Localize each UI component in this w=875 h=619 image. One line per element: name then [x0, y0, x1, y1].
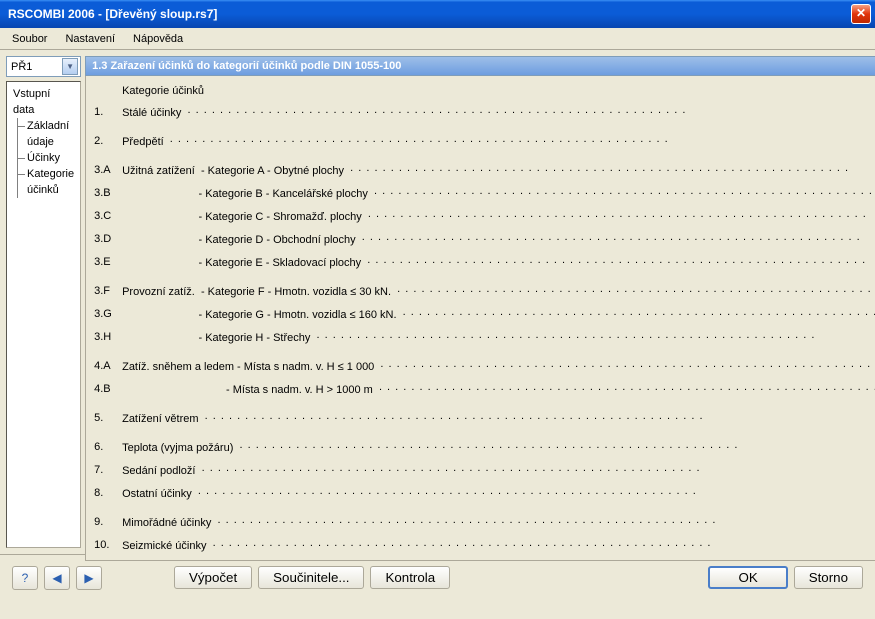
category-row: 8. Ostatní účinky . . . . . . . . . . . .… [94, 481, 875, 504]
row-number: 5. [94, 412, 118, 424]
row-label: - Kategorie G - Hmotn. vozidla ≤ 160 kN.… [122, 306, 875, 321]
row-label: Mimořádné účinky . . . . . . . . . . . .… [122, 514, 875, 529]
row-number: 9. [94, 516, 118, 528]
row-number: 3.A [94, 164, 118, 176]
row-label: Teplota (vyjma požáru) . . . . . . . . .… [122, 439, 875, 454]
row-label: Ostatní účinky . . . . . . . . . . . . .… [122, 485, 875, 500]
tree-item[interactable]: Základní údaje [27, 118, 74, 150]
category-row: 9. Mimořádné účinky . . . . . . . . . . .… [94, 510, 875, 533]
row-number: 2. [94, 135, 118, 147]
category-row: 3.H - Kategorie H - Střechy . . . . . . … [94, 325, 875, 348]
close-icon[interactable]: ✕ [851, 4, 871, 24]
row-number: 3.H [94, 331, 118, 343]
category-row: 3.F Provozní zatíž. - Kategorie F - Hmotn… [94, 279, 875, 302]
help-button[interactable]: ? [12, 566, 38, 590]
row-number: 4.A [94, 360, 118, 372]
next-button[interactable]: ▶ [76, 566, 102, 590]
case-dropdown-value: PŘ1 [11, 61, 62, 73]
column-headers: Kategorie účinků Účinky [94, 82, 875, 100]
category-row: 3.D - Kategorie D - Obchodní plochy . . … [94, 227, 875, 250]
row-number: 3.D [94, 233, 118, 245]
row-label: Sedání podloží . . . . . . . . . . . . .… [122, 462, 875, 477]
arrow-left-icon: ◀ [52, 571, 61, 585]
center-column: 1.3 Zařazení účinků do kategorií účinků … [85, 56, 875, 548]
case-dropdown[interactable]: PŘ1 ▼ [6, 56, 81, 77]
tree-item[interactable]: Účinky [27, 150, 74, 166]
row-number: 3.F [94, 285, 118, 297]
category-row: 1. Stálé účinky . . . . . . . . . . . . .… [94, 100, 875, 123]
cancel-button[interactable]: Storno [794, 566, 863, 589]
row-number: 10. [94, 539, 118, 551]
row-label: - Místa s nadm. v. H > 1000 m . . . . . … [122, 381, 875, 396]
category-row: 10. Seizmické účinky . . . . . . . . . . … [94, 533, 875, 556]
row-number: 4.B [94, 383, 118, 395]
coefficients-button[interactable]: Součinitele... [258, 566, 364, 589]
tree-root[interactable]: Vstupní data [13, 86, 74, 118]
row-number: 3.G [94, 308, 118, 320]
category-row: 4.B - Místa s nadm. v. H > 1000 m . . . … [94, 377, 875, 400]
tree-item[interactable]: Kategorie účinků [27, 166, 74, 198]
row-label: Předpětí . . . . . . . . . . . . . . . .… [122, 133, 875, 148]
category-row: 4.A Zatíž. sněhem a ledem - Místa s nadm.… [94, 354, 875, 377]
category-row: 3.B - Kategorie B - Kancelářské plochy .… [94, 181, 875, 204]
category-row: 2. Předpětí . . . . . . . . . . . . . . .… [94, 129, 875, 152]
row-label: - Kategorie E - Skladovací plochy . . . … [122, 254, 875, 269]
ok-button[interactable]: OK [708, 566, 787, 589]
categories-table: Kategorie účinků Účinky 1. Stálé účinky .… [94, 82, 875, 556]
category-row: 3.C - Kategorie C - Shromažď. plochy . .… [94, 204, 875, 227]
menu-bar: Soubor Nastavení Nápověda [0, 28, 875, 50]
calculate-button[interactable]: Výpočet [174, 566, 252, 589]
row-number: 3.E [94, 256, 118, 268]
category-row: 5. Zatížení větrem . . . . . . . . . . . … [94, 406, 875, 429]
window-title: RSCOMBI 2006 - [Dřevěný sloup.rs7] [8, 7, 851, 21]
arrow-right-icon: ▶ [84, 571, 93, 585]
row-number: 3.C [94, 210, 118, 222]
row-number: 6. [94, 441, 118, 453]
main-area: PŘ1 ▼ Vstupní data Základní údaje Účinky… [0, 50, 875, 554]
row-label: Zatížení větrem . . . . . . . . . . . . … [122, 410, 875, 425]
row-number: 3.B [94, 187, 118, 199]
row-label: Užitná zatížení - Kategorie A - Obytné p… [122, 162, 875, 177]
row-label: Provozní zatíž. - Kategorie F - Hmotn. v… [122, 283, 875, 298]
help-icon: ? [22, 571, 29, 585]
row-label: - Kategorie C - Shromažď. plochy . . . .… [122, 208, 875, 223]
row-label: - Kategorie H - Střechy . . . . . . . . … [122, 329, 875, 344]
row-label: Stálé účinky . . . . . . . . . . . . . .… [122, 104, 875, 119]
row-number: 7. [94, 464, 118, 476]
col-left-title: Kategorie účinků [122, 85, 875, 97]
content-panel: Kategorie účinků Účinky 1. Stálé účinky .… [85, 76, 875, 561]
row-label: - Kategorie D - Obchodní plochy . . . . … [122, 231, 875, 246]
row-number: 1. [94, 106, 118, 118]
category-row: 3.A Užitná zatížení - Kategorie A - Obytn… [94, 158, 875, 181]
chevron-down-icon[interactable]: ▼ [62, 58, 78, 75]
nav-tree: Vstupní data Základní údaje Účinky Kateg… [6, 81, 81, 548]
row-label: Seizmické účinky . . . . . . . . . . . .… [122, 537, 875, 552]
category-row: 7. Sedání podloží . . . . . . . . . . . .… [94, 458, 875, 481]
row-number: 8. [94, 487, 118, 499]
title-bar: RSCOMBI 2006 - [Dřevěný sloup.rs7] ✕ [0, 0, 875, 28]
menu-nastaveni[interactable]: Nastavení [57, 31, 123, 47]
prev-button[interactable]: ◀ [44, 566, 70, 590]
category-row: 6. Teplota (vyjma požáru) . . . . . . . .… [94, 435, 875, 458]
category-row: 3.G - Kategorie G - Hmotn. vozidla ≤ 160… [94, 302, 875, 325]
left-column: PŘ1 ▼ Vstupní data Základní údaje Účinky… [6, 56, 81, 548]
menu-napoveda[interactable]: Nápověda [125, 31, 191, 47]
menu-soubor[interactable]: Soubor [4, 31, 55, 47]
row-label: Zatíž. sněhem a ledem - Místa s nadm. v.… [122, 358, 875, 373]
check-button[interactable]: Kontrola [370, 566, 450, 589]
category-row: 3.E - Kategorie E - Skladovací plochy . … [94, 250, 875, 273]
row-label: - Kategorie B - Kancelářské plochy . . .… [122, 185, 875, 200]
panel-header: 1.3 Zařazení účinků do kategorií účinků … [85, 56, 875, 76]
